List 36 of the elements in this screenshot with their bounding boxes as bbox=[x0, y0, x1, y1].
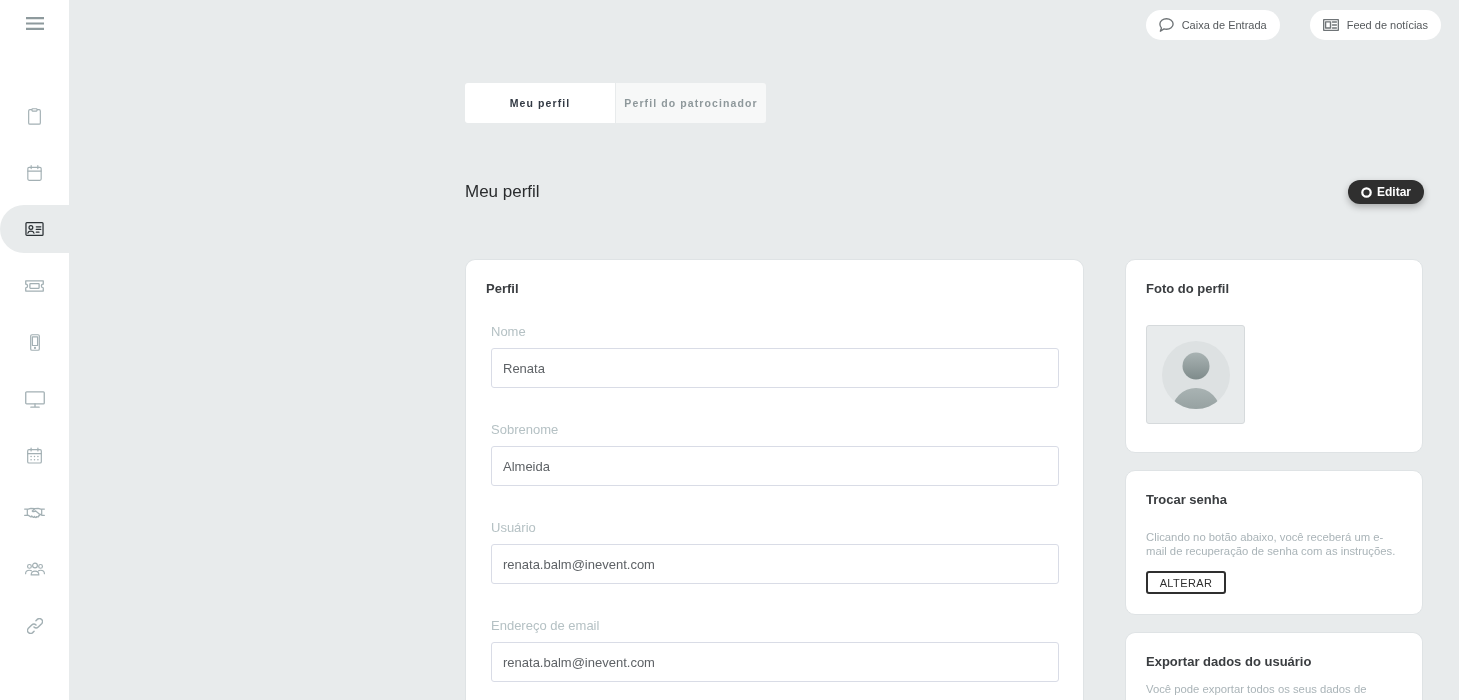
card-title: Foto do perfil bbox=[1146, 280, 1231, 297]
field-label: Usuário bbox=[491, 520, 536, 536]
input-field[interactable]: renata.balm@inevent.com bbox=[491, 642, 1059, 682]
speech-bubble-icon bbox=[1158, 18, 1174, 32]
monitor-icon bbox=[24, 390, 45, 408]
card-description: Clicando no botão abaixo, você receberá um e-mail de recuperação de senha com as instruções. bbox=[1146, 530, 1397, 558]
input-field[interactable]: renata.balm@inevent.com bbox=[491, 544, 1059, 584]
phone-icon bbox=[29, 334, 40, 352]
calendar-icon bbox=[27, 164, 42, 181]
field-label: Nome bbox=[491, 324, 526, 340]
avatar-icon bbox=[1161, 340, 1230, 409]
menu-icon[interactable] bbox=[25, 16, 44, 30]
header-button[interactable]: Feed de notícias bbox=[1309, 10, 1441, 40]
input-field[interactable]: Almeida bbox=[491, 446, 1059, 486]
sidebar-item[interactable] bbox=[0, 205, 69, 254]
card-title: Exportar dados do usuário bbox=[1146, 653, 1313, 670]
calendar-grid-icon bbox=[27, 447, 42, 465]
card-title: Trocar senha bbox=[1146, 491, 1228, 508]
edit-button[interactable]: Editar bbox=[1348, 180, 1424, 204]
card-description: Você pode exportar todos os seus dados de bbox=[1146, 682, 1368, 696]
card-title: Perfil bbox=[486, 280, 520, 297]
id-card-icon bbox=[25, 222, 44, 237]
tab[interactable]: Meu perfil bbox=[465, 83, 615, 123]
field-label: Sobrenome bbox=[491, 422, 559, 438]
link-icon bbox=[26, 617, 43, 634]
input-field[interactable]: Renata bbox=[491, 348, 1059, 388]
page-title: Meu perfil bbox=[465, 181, 540, 203]
newspaper-icon bbox=[1322, 19, 1339, 31]
people-icon bbox=[24, 562, 45, 577]
change-password-button[interactable]: ALTERAR bbox=[1146, 571, 1226, 594]
ring-icon bbox=[1361, 186, 1372, 198]
handshake-icon bbox=[24, 506, 45, 519]
clipboard-icon bbox=[28, 107, 41, 125]
ticket-icon bbox=[25, 279, 44, 292]
field-label: Endereço de email bbox=[491, 618, 600, 634]
header-button[interactable]: Caixa de Entrada bbox=[1145, 10, 1280, 40]
